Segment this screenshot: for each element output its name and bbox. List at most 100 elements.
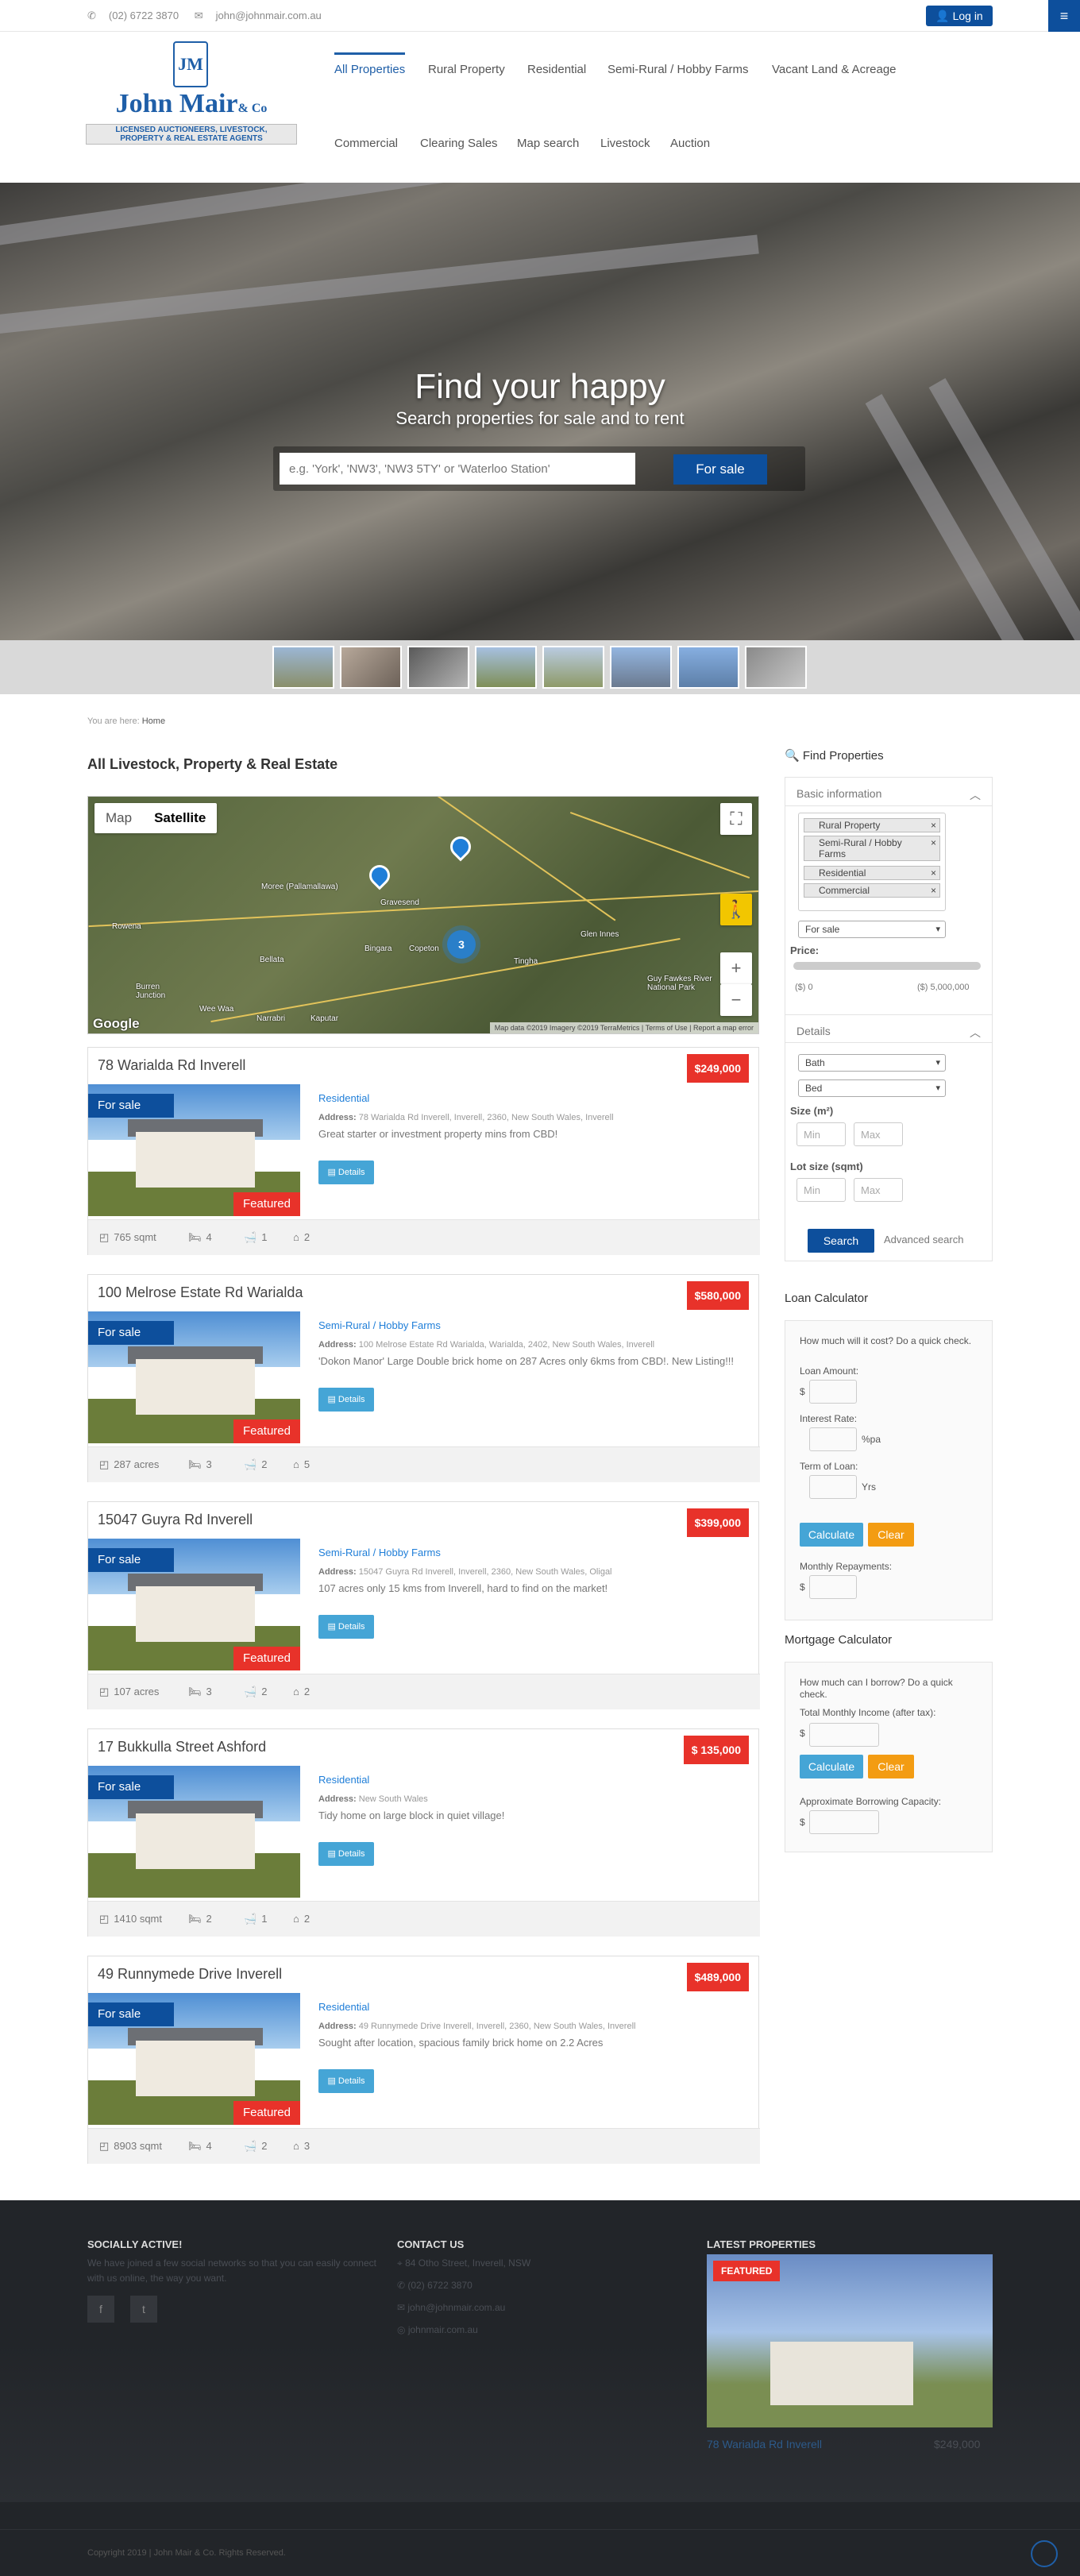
nav-vacant-land[interactable]: Vacant Land & Acreage xyxy=(772,63,897,76)
email-address[interactable]: john@johnmair.com.au xyxy=(216,10,322,21)
size-min-input[interactable]: Min xyxy=(796,1122,846,1146)
contact-email[interactable]: ✉ john@johnmair.com.au xyxy=(397,2300,505,2315)
thumbnail[interactable] xyxy=(542,646,604,689)
search-button[interactable]: Search xyxy=(808,1229,874,1253)
listing-address: Address: 15047 Guyra Rd Inverell, Invere… xyxy=(318,1567,612,1577)
thumbnail[interactable] xyxy=(677,646,739,689)
street-view-icon[interactable]: 🚶 xyxy=(720,894,752,925)
contact-website[interactable]: ◎ johnmair.com.au xyxy=(397,2323,478,2338)
basic-info-header[interactable]: Basic information ︿ xyxy=(785,778,992,806)
interest-rate-input[interactable] xyxy=(809,1427,857,1451)
loan-calculate-button[interactable]: Calculate xyxy=(800,1523,863,1547)
type-tag[interactable]: Rural Property × xyxy=(804,818,940,832)
type-tag[interactable]: Commercial × xyxy=(804,883,940,898)
nav-clearing-sales[interactable]: Clearing Sales xyxy=(420,137,498,150)
remove-icon[interactable]: × xyxy=(931,885,936,896)
contact-phone[interactable]: ✆ (02) 6722 3870 xyxy=(397,2278,472,2293)
zoom-out-icon[interactable]: − xyxy=(720,984,752,1016)
nav-map-search[interactable]: Map search xyxy=(517,137,579,150)
listing-photo[interactable]: For sale Featured xyxy=(88,1993,300,2125)
bath-select[interactable]: Bath xyxy=(798,1054,946,1072)
fullscreen-icon[interactable]: ⛶ xyxy=(720,803,752,835)
listing-photo[interactable]: For sale xyxy=(88,1766,300,1898)
map-attribution[interactable]: Map data ©2019 Imagery ©2019 TerraMetric… xyxy=(489,1022,758,1033)
listing-photo[interactable]: For sale Featured xyxy=(88,1084,300,1216)
nav-semi-rural[interactable]: Semi-Rural / Hobby Farms xyxy=(608,63,749,76)
breadcrumb-home[interactable]: Home xyxy=(142,716,165,726)
mortgage-calculate-button[interactable]: Calculate xyxy=(800,1755,863,1778)
thumbnail[interactable] xyxy=(407,646,469,689)
nav-residential[interactable]: Residential xyxy=(527,63,586,76)
details-button[interactable]: ▤ Details xyxy=(318,1161,374,1184)
menu-icon[interactable]: ≡ xyxy=(1048,0,1080,32)
listing-category[interactable]: Semi-Rural / Hobby Farms xyxy=(318,1547,441,1558)
login-button[interactable]: 👤 Log in xyxy=(926,6,993,26)
zoom-in-icon[interactable]: + xyxy=(720,952,752,984)
advanced-search-link[interactable]: Advanced search xyxy=(884,1234,963,1246)
listing-category[interactable]: Residential xyxy=(318,1774,369,1786)
nav-rural-property[interactable]: Rural Property xyxy=(428,63,505,76)
map-type-satellite[interactable]: Satellite xyxy=(143,803,217,833)
featured-badge: Featured xyxy=(233,1192,300,1216)
scroll-top-icon[interactable] xyxy=(1031,2540,1058,2567)
details-header[interactable]: Details ︿ xyxy=(785,1014,992,1043)
type-tag[interactable]: Semi-Rural / Hobby Farms × xyxy=(804,836,940,861)
thumbnail[interactable] xyxy=(475,646,537,689)
type-tag[interactable]: Residential × xyxy=(804,866,940,880)
hero-search-input[interactable] xyxy=(280,453,635,485)
thumbnail[interactable] xyxy=(745,646,807,689)
chevron-up-icon: ︿ xyxy=(970,789,981,801)
map-town-label: Narrabri xyxy=(256,1014,286,1023)
phone-number[interactable]: (02) 6722 3870 xyxy=(109,10,179,21)
lot-max-input[interactable]: Max xyxy=(854,1178,903,1202)
listing-photo[interactable]: For sale Featured xyxy=(88,1311,300,1443)
monthly-income-input[interactable] xyxy=(809,1723,879,1747)
bed-select[interactable]: Bed xyxy=(798,1079,946,1097)
map-pin-icon[interactable] xyxy=(364,860,395,890)
thumbnail[interactable] xyxy=(340,646,402,689)
listing-category[interactable]: Residential xyxy=(318,1092,369,1104)
listing-title[interactable]: 17 Bukkulla Street Ashford xyxy=(98,1739,266,1755)
nav-all-properties[interactable]: All Properties xyxy=(334,52,406,76)
for-sale-button[interactable]: For sale xyxy=(673,454,767,485)
listing-title[interactable]: 100 Melrose Estate Rd Warialda xyxy=(98,1284,303,1301)
latest-property-image[interactable]: FEATURED xyxy=(707,2254,993,2427)
listing-category[interactable]: Semi-Rural / Hobby Farms xyxy=(318,1319,441,1331)
listing-category[interactable]: Residential xyxy=(318,2001,369,2013)
nav-commercial[interactable]: Commercial xyxy=(334,137,398,150)
site-logo[interactable]: JM John Mair& Co LICENSED AUCTIONEERS, L… xyxy=(86,41,297,145)
property-map[interactable]: Map Satellite ⛶ 🚶 + − 3 Moree (Pallamalla… xyxy=(87,796,759,1034)
remove-icon[interactable]: × xyxy=(931,820,936,831)
twitter-icon[interactable]: t xyxy=(130,2296,157,2323)
details-button[interactable]: ▤ Details xyxy=(318,1388,374,1412)
property-type-select[interactable]: Rural Property × Semi-Rural / Hobby Farms… xyxy=(798,813,946,911)
details-button[interactable]: ▤ Details xyxy=(318,2069,374,2093)
nav-livestock[interactable]: Livestock xyxy=(600,137,650,150)
lot-min-input[interactable]: Min xyxy=(796,1178,846,1202)
latest-property-name[interactable]: 78 Warialda Rd Inverell xyxy=(707,2437,822,2452)
map-pin-icon[interactable] xyxy=(446,832,476,862)
details-button[interactable]: ▤ Details xyxy=(318,1615,374,1639)
loan-clear-button[interactable]: Clear xyxy=(868,1523,914,1547)
nav-auction[interactable]: Auction xyxy=(670,137,710,150)
listing-title[interactable]: 49 Runnymede Drive Inverell xyxy=(98,1966,282,1983)
size-max-input[interactable]: Max xyxy=(854,1122,903,1146)
thumbnail[interactable] xyxy=(610,646,672,689)
listing-title[interactable]: 15047 Guyra Rd Inverell xyxy=(98,1512,253,1528)
loan-amount-input[interactable] xyxy=(809,1380,857,1404)
thumbnail[interactable] xyxy=(272,646,334,689)
price-slider[interactable] xyxy=(793,962,981,970)
map-type-map[interactable]: Map xyxy=(94,803,143,833)
remove-icon[interactable]: × xyxy=(931,867,936,879)
details-button[interactable]: ▤ Details xyxy=(318,1842,374,1866)
status-select[interactable]: For sale xyxy=(798,921,946,938)
map-cluster[interactable]: 3 xyxy=(447,930,476,959)
listing-title[interactable]: 78 Warialda Rd Inverell xyxy=(98,1057,245,1074)
google-logo: Google xyxy=(93,1016,140,1031)
mortgage-clear-button[interactable]: Clear xyxy=(868,1755,914,1778)
facebook-icon[interactable]: f xyxy=(87,2296,114,2323)
listing-photo[interactable]: For sale Featured xyxy=(88,1539,300,1670)
baths-feature: 🛁 1 xyxy=(244,1913,268,1925)
remove-icon[interactable]: × xyxy=(931,837,936,848)
loan-term-input[interactable] xyxy=(809,1475,857,1499)
